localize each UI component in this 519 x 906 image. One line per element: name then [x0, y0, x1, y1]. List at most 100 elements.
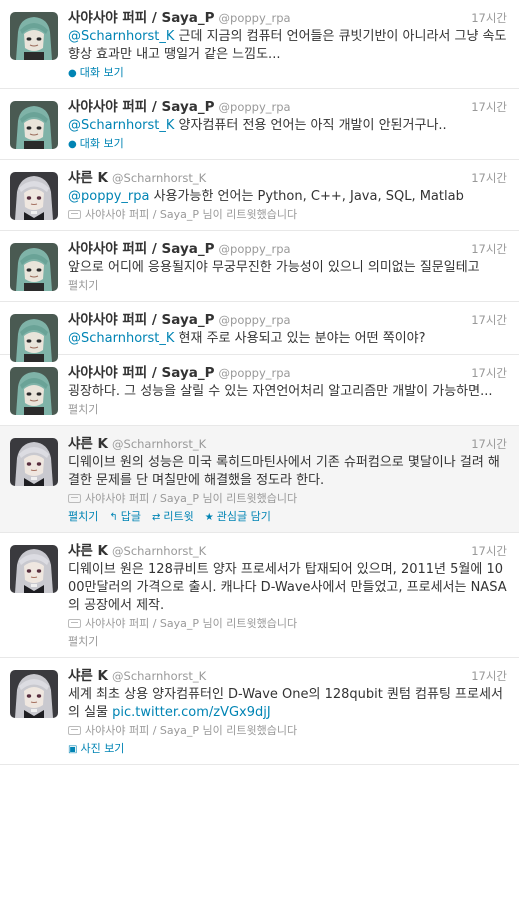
expand-link-label: 펼치기 — [68, 510, 99, 523]
tweet-timestamp[interactable]: 17시간 — [471, 365, 507, 381]
tweet[interactable]: 17시간 사야사야 퍼피 / Saya_P @poppy_rpa 앞으로 어디에 응용… — [0, 231, 519, 302]
mention-link[interactable]: @poppy_rpa — [68, 189, 149, 204]
photo-icon: ▣ — [68, 744, 78, 755]
tweet-body: 양자컴퓨터 전용 언어는 아직 개발이 안된거구나.. — [174, 118, 447, 133]
retweet-icon — [68, 726, 81, 735]
tweet-header: 사야사야 퍼피 / Saya_P @poppy_rpa — [68, 311, 509, 329]
retweet-context: 사야사야 퍼피 / Saya_P 님이 리트윗했습니다 — [68, 490, 509, 508]
tweet-timestamp[interactable]: 17시간 — [471, 99, 507, 115]
expand-link[interactable]: 펼치기 — [68, 633, 509, 651]
tweet-body: 사용가능한 언어는 Python, C++, Java, SQL, Matlab — [149, 189, 464, 204]
mention-link[interactable]: @Scharnhorst_K — [68, 29, 174, 44]
action-label: 대화 보기 — [79, 66, 124, 79]
expand-link[interactable]: 펼치기 — [68, 401, 509, 419]
author-name[interactable]: 사야사야 퍼피 / Saya_P — [68, 312, 215, 328]
tweet-header: 샤른 K @Scharnhorst_K — [68, 667, 509, 685]
author-name[interactable]: 샤른 K — [68, 436, 108, 452]
retweet-icon — [68, 210, 81, 219]
retweet-icon — [68, 494, 81, 503]
tweet[interactable]: 17시간 사야사야 퍼피 / Saya_P @poppy_rpa @Scharnhor… — [0, 89, 519, 160]
tweet-timestamp[interactable]: 17시간 — [471, 241, 507, 257]
author-handle[interactable]: @Scharnhorst_K — [112, 544, 206, 558]
avatar[interactable] — [10, 545, 58, 593]
retweet-button[interactable]: ⇄ 리트윗 — [152, 510, 194, 523]
tweet[interactable]: 17시간 샤른 K @Scharnhorst_K 디웨이브 원의 성능은 미국 록히드… — [0, 426, 519, 533]
tweet[interactable]: 17시간 샤른 K @Scharnhorst_K 디웨이브 원은 128큐비트 양자 … — [0, 533, 519, 658]
author-handle[interactable]: @Scharnhorst_K — [112, 669, 206, 683]
reply-icon: ↰ — [109, 512, 118, 523]
tweet-header: 사야사야 퍼피 / Saya_P @poppy_rpa — [68, 240, 509, 258]
author-handle[interactable]: @Scharnhorst_K — [112, 171, 206, 185]
action-label: 펼치기 — [68, 279, 99, 292]
retweet-context-text: 사야사야 퍼피 / Saya_P 님이 리트윗했습니다 — [85, 617, 298, 630]
retweet-button-label: 리트윗 — [163, 510, 194, 523]
action-link[interactable]: ▣ 사진 보기 — [68, 740, 509, 758]
reply-button[interactable]: ↰ 답글 — [109, 510, 141, 523]
avatar[interactable] — [10, 243, 58, 291]
author-handle[interactable]: @poppy_rpa — [219, 242, 291, 256]
tweet-timestamp[interactable]: 17시간 — [471, 312, 507, 328]
tweet[interactable]: 17시간 샤른 K @Scharnhorst_K @poppy_rpa 사용가능한 언… — [0, 160, 519, 231]
expand-link[interactable]: 펼치기 — [68, 277, 509, 295]
tweet-header: 사야사야 퍼피 / Saya_P @poppy_rpa — [68, 9, 509, 27]
author-name[interactable]: 샤른 K — [68, 170, 108, 186]
action-label: 펼치기 — [68, 403, 99, 416]
tweet-timestamp[interactable]: 17시간 — [471, 170, 507, 186]
action-label: 대화 보기 — [79, 137, 124, 150]
tweet-timestamp[interactable]: 17시간 — [471, 436, 507, 452]
retweet-context: 사야사야 퍼피 / Saya_P 님이 리트윗했습니다 — [68, 722, 509, 740]
tweet-timestamp[interactable]: 17시간 — [471, 668, 507, 684]
tweet[interactable]: 17시간 사야사야 퍼피 / Saya_P @poppy_rpa 굉장하다. 그 성능… — [0, 355, 519, 426]
tweet-text: @poppy_rpa 사용가능한 언어는 Python, C++, Java, … — [68, 188, 509, 206]
author-handle[interactable]: @poppy_rpa — [219, 100, 291, 114]
tweet-text: @Scharnhorst_K 근데 지금의 컴퓨터 언어들은 큐빗기반이 아니라… — [68, 28, 509, 64]
tweet-body: 앞으로 어디에 응용될지야 무궁무진한 가능성이 있으니 의미없는 질문일테고 — [68, 260, 480, 275]
author-name[interactable]: 사야사야 퍼피 / Saya_P — [68, 365, 215, 381]
speech-bubble-icon: ● — [68, 68, 77, 79]
avatar[interactable] — [10, 12, 58, 60]
avatar[interactable] — [10, 101, 58, 149]
tweet[interactable]: 17시간 샤른 K @Scharnhorst_K 세계 최초 상용 양자컴퓨터인 D-… — [0, 658, 519, 765]
tweet-text: 굉장하다. 그 성능을 살릴 수 있는 자연언어처리 알고리즘만 개발이 가능하… — [68, 383, 509, 401]
mention-link[interactable]: @Scharnhorst_K — [68, 118, 174, 133]
tweet-timestamp[interactable]: 17시간 — [471, 10, 507, 26]
tweet-body: 현재 주로 사용되고 있는 분야는 어떤 쪽이야? — [174, 331, 426, 346]
tweet-body: 디웨이브 원은 128큐비트 양자 프로세서가 탑재되어 있으며, 2011년 … — [68, 562, 507, 613]
star-icon: ★ — [204, 512, 214, 523]
speech-bubble-icon: ● — [68, 139, 77, 150]
avatar[interactable] — [10, 670, 58, 718]
author-name[interactable]: 샤른 K — [68, 543, 108, 559]
tweet-text: 세계 최초 상용 양자컴퓨터인 D-Wave One의 128qubit 퀀텀 … — [68, 686, 509, 722]
author-name[interactable]: 샤른 K — [68, 668, 108, 684]
mention-link[interactable]: @Scharnhorst_K — [68, 331, 174, 346]
tweet-header: 샤른 K @Scharnhorst_K — [68, 435, 509, 453]
tweet[interactable]: 17시간 사야사야 퍼피 / Saya_P @poppy_rpa @Scharnhor… — [0, 0, 519, 89]
favorite-button[interactable]: ★ 관심글 담기 — [205, 510, 271, 523]
tweet-body: 디웨이브 원의 성능은 미국 록히드마틴사에서 기존 슈퍼컴으로 몇달이나 걸려… — [68, 455, 500, 488]
action-label: 사진 보기 — [80, 742, 125, 755]
avatar[interactable] — [10, 438, 58, 486]
action-label: 펼치기 — [68, 635, 99, 648]
author-name[interactable]: 사야사야 퍼피 / Saya_P — [68, 241, 215, 257]
expand-link[interactable]: 펼치기 — [68, 510, 98, 523]
author-name[interactable]: 사야사야 퍼피 / Saya_P — [68, 99, 215, 115]
tweet-header: 샤른 K @Scharnhorst_K — [68, 169, 509, 187]
retweet-context: 사야사야 퍼피 / Saya_P 님이 리트윗했습니다 — [68, 206, 509, 224]
author-name[interactable]: 사야사야 퍼피 / Saya_P — [68, 10, 215, 26]
retweet-icon: ⇄ — [152, 512, 161, 523]
action-link[interactable]: ● 대화 보기 — [68, 135, 509, 153]
tweet[interactable]: 17시간 사야사야 퍼피 / Saya_P @poppy_rpa @Scharnhor… — [0, 302, 519, 355]
avatar[interactable] — [10, 172, 58, 220]
avatar[interactable] — [10, 367, 58, 415]
author-handle[interactable]: @poppy_rpa — [219, 313, 291, 327]
media-link[interactable]: pic.twitter.com/zVGx9djJ — [112, 705, 271, 720]
author-handle[interactable]: @poppy_rpa — [219, 366, 291, 380]
tweet-text: @Scharnhorst_K 현재 주로 사용되고 있는 분야는 어떤 쪽이야? — [68, 330, 509, 348]
tweet-timestamp[interactable]: 17시간 — [471, 543, 507, 559]
author-handle[interactable]: @poppy_rpa — [219, 11, 291, 25]
tweet-text: 앞으로 어디에 응용될지야 무궁무진한 가능성이 있으니 의미없는 질문일테고 — [68, 259, 509, 277]
author-handle[interactable]: @Scharnhorst_K — [112, 437, 206, 451]
tweet-text: @Scharnhorst_K 양자컴퓨터 전용 언어는 아직 개발이 안된거구나… — [68, 117, 509, 135]
tweet-body: 굉장하다. 그 성능을 살릴 수 있는 자연언어처리 알고리즘만 개발이 가능하… — [68, 384, 493, 399]
action-link[interactable]: ● 대화 보기 — [68, 64, 509, 82]
